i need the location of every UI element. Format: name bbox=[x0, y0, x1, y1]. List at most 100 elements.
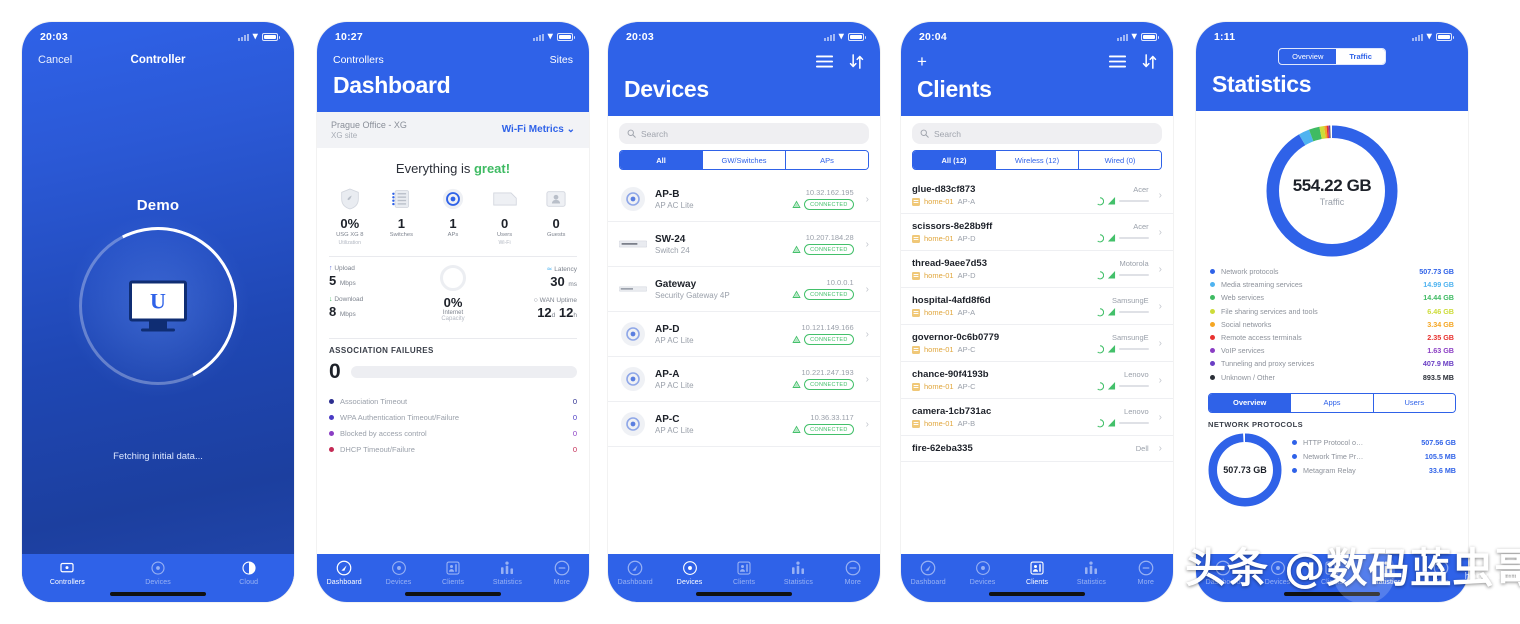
client-name: chance-90f4193b bbox=[912, 369, 989, 380]
list-item[interactable]: Social networks 3.34 GB bbox=[1210, 318, 1454, 331]
page-title: Statistics bbox=[1212, 71, 1312, 97]
device-list: AP-B AP AC Lite 10.32.162.195 CONNECTED ›… bbox=[608, 177, 880, 447]
site-selector-row[interactable]: Prague Office - XG XG site Wi-Fi Metrics… bbox=[317, 112, 589, 149]
table-row[interactable]: camera-1cb731ac home-01 AP-B Lenovo › bbox=[901, 399, 1173, 436]
device-ip: 10.221.247.193 bbox=[801, 368, 854, 377]
tab-clients[interactable]: Clients bbox=[717, 559, 771, 586]
table-row[interactable]: chance-90f4193b home-01 AP-C Lenovo › bbox=[901, 362, 1173, 399]
uptime-days: 12 bbox=[537, 304, 552, 320]
table-row[interactable]: AP-C AP AC Lite 10.36.33.117 CONNECTED › bbox=[608, 402, 880, 447]
client-ap: AP-A bbox=[957, 197, 976, 206]
list-item[interactable]: HTTP Protocol o… 507.56 GB bbox=[1292, 436, 1456, 450]
sort-icon[interactable] bbox=[849, 54, 864, 69]
tab-cloud[interactable]: Cloud bbox=[203, 559, 294, 586]
sort-icon[interactable] bbox=[1142, 54, 1157, 69]
uptime-icon: ○ bbox=[533, 296, 538, 304]
list-item[interactable]: DHCP Timeout/Failure 0 bbox=[329, 442, 577, 458]
list-item[interactable]: File sharing services and tools 6.46 GB bbox=[1210, 305, 1454, 318]
signal-bar bbox=[1118, 311, 1149, 313]
device-model: AP AC Lite bbox=[655, 200, 694, 210]
sites-link[interactable]: Sites bbox=[550, 54, 573, 66]
tab-more[interactable]: More bbox=[1119, 559, 1173, 586]
table-row[interactable]: AP-D AP AC Lite 10.121.149.166 CONNECTED … bbox=[608, 312, 880, 357]
tab-devices[interactable]: Devices bbox=[371, 559, 425, 586]
tab-statistics[interactable]: Statistics bbox=[1064, 559, 1118, 586]
tab-more[interactable]: More bbox=[826, 559, 880, 586]
device-ip: 10.32.162.195 bbox=[805, 188, 854, 197]
list-item[interactable]: Association Timeout 0 bbox=[329, 394, 577, 410]
list-item[interactable]: Network protocols 507.73 GB bbox=[1210, 265, 1454, 278]
table-row[interactable]: SW-24 Switch 24 10.207.184.28 CONNECTED › bbox=[608, 222, 880, 267]
failure-label: Association Timeout bbox=[340, 397, 408, 407]
segment-all[interactable]: All (12) bbox=[913, 151, 996, 169]
add-client-button[interactable]: + bbox=[917, 53, 927, 70]
table-row[interactable]: AP-B AP AC Lite 10.32.162.195 CONNECTED › bbox=[608, 177, 880, 222]
search-input[interactable]: Search bbox=[619, 123, 869, 144]
client-vendor: SamsungE bbox=[1111, 332, 1149, 342]
kpi-switches[interactable]: 1 Switches bbox=[376, 186, 428, 246]
table-row[interactable]: scissors-8e28b9ff home-01 AP-D Acer › bbox=[901, 214, 1173, 251]
list-item[interactable]: Web services 14.44 GB bbox=[1210, 291, 1454, 304]
tab-clients[interactable]: Clients bbox=[1010, 559, 1064, 586]
tab-more[interactable]: More bbox=[535, 559, 589, 586]
list-item[interactable]: Unknown / Other 893.5 MB bbox=[1210, 371, 1454, 384]
list-item[interactable]: Network Time Pr… 105.5 MB bbox=[1292, 449, 1456, 463]
list-item[interactable]: WPA Authentication Timeout/Failure 0 bbox=[329, 410, 577, 426]
client-ap: AP-C bbox=[957, 382, 976, 391]
kpi-aps[interactable]: 1 APs bbox=[427, 186, 479, 246]
list-item[interactable]: VoIP services 1.63 GB bbox=[1210, 344, 1454, 357]
tab-devices[interactable]: Devices bbox=[955, 559, 1009, 586]
phone-statistics: 1:11 ▾ Overview Traffic Statistics 554.2… bbox=[1196, 22, 1468, 602]
wifi-metrics-dropdown[interactable]: Wi-Fi Metrics ⌄ bbox=[502, 124, 575, 135]
segment-aps[interactable]: APs bbox=[786, 151, 868, 169]
tab-statistics[interactable]: Statistics bbox=[480, 559, 534, 586]
table-row[interactable]: hospital-4afd8f6d home-01 AP-A SamsungE › bbox=[901, 288, 1173, 325]
back-controllers-link[interactable]: Controllers bbox=[333, 54, 384, 66]
health-card: Everything is great! 0% USG XG 8 Utiliza… bbox=[317, 148, 589, 458]
tab-statistics[interactable]: Statistics bbox=[771, 559, 825, 586]
segment-gw-switches[interactable]: GW/Switches bbox=[703, 151, 786, 169]
list-item[interactable]: Tunneling and proxy services 407.9 MB bbox=[1210, 357, 1454, 370]
tab-dashboard[interactable]: Dashboard bbox=[901, 559, 955, 586]
table-row[interactable]: Gateway Security Gateway 4P 10.0.0.1 CONN… bbox=[608, 267, 880, 312]
network-icon bbox=[912, 345, 920, 354]
tab-controllers[interactable]: Controllers bbox=[22, 559, 113, 586]
segment-wireless[interactable]: Wireless (12) bbox=[996, 151, 1079, 169]
tab-label: More bbox=[553, 579, 570, 586]
kpi-value: 0 bbox=[500, 216, 509, 232]
segment-wired[interactable]: Wired (0) bbox=[1079, 151, 1161, 169]
list-item[interactable]: Blocked by access control 0 bbox=[329, 426, 577, 442]
kpi-guests[interactable]: 0 Guests bbox=[530, 186, 582, 246]
users-icon bbox=[492, 192, 517, 206]
segment-traffic[interactable]: Traffic bbox=[1336, 49, 1385, 64]
table-row[interactable]: fire-62eba335 Dell › bbox=[901, 436, 1173, 462]
search-input[interactable]: Search bbox=[912, 123, 1162, 144]
table-row[interactable]: thread-9aee7d53 home-01 AP-D Motorola › bbox=[901, 251, 1173, 288]
list-item[interactable]: Metagram Relay 33.6 MB bbox=[1292, 463, 1456, 477]
menu-icon[interactable] bbox=[816, 55, 833, 68]
tab-dashboard[interactable]: Dashboard bbox=[317, 559, 371, 586]
segment-overview[interactable]: Overview bbox=[1279, 49, 1336, 64]
legend-label: Network protocols bbox=[1221, 267, 1279, 277]
segment-users[interactable]: Users bbox=[1373, 393, 1455, 412]
signal-bar bbox=[1118, 274, 1149, 276]
segment-all[interactable]: All bbox=[620, 151, 703, 169]
tab-devices[interactable]: Devices bbox=[662, 559, 716, 586]
table-row[interactable]: governor-0c6b0779 home-01 AP-C SamsungE › bbox=[901, 325, 1173, 362]
kpi-usg[interactable]: 0% USG XG 8 Utilization bbox=[324, 186, 376, 246]
table-row[interactable]: AP-A AP AC Lite 10.221.247.193 CONNECTED … bbox=[608, 357, 880, 402]
tab-clients[interactable]: Clients bbox=[426, 559, 480, 586]
segment-apps[interactable]: Apps bbox=[1291, 393, 1374, 412]
list-item[interactable]: Media streaming services 14.99 GB bbox=[1210, 278, 1454, 291]
table-row[interactable]: glue-d83cf873 home-01 AP-A Acer › bbox=[901, 177, 1173, 214]
tab-dashboard[interactable]: Dashboard bbox=[608, 559, 662, 586]
kpi-users[interactable]: 0 Users Wi-Fi bbox=[479, 186, 531, 246]
tab-label: Dashboard bbox=[326, 579, 362, 586]
menu-icon[interactable] bbox=[1109, 55, 1126, 68]
failure-label: Blocked by access control bbox=[340, 429, 427, 439]
status-badge: CONNECTED bbox=[804, 199, 854, 210]
list-item[interactable]: Remote access terminals 2.35 GB bbox=[1210, 331, 1454, 344]
failure-count: 0 bbox=[572, 413, 577, 423]
segment-overview[interactable]: Overview bbox=[1209, 393, 1292, 412]
tab-devices[interactable]: Devices bbox=[113, 559, 204, 586]
